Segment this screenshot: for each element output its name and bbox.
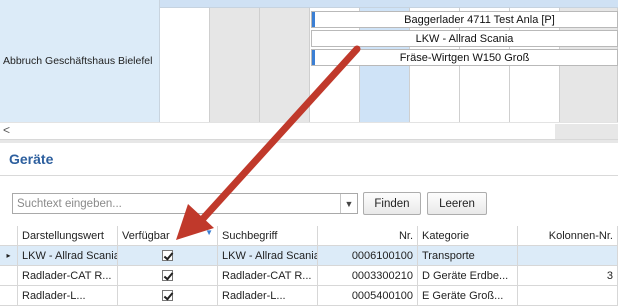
- cell-search-term[interactable]: Radlader-CAT R...: [218, 266, 318, 286]
- cell-display[interactable]: LKW - Allrad Scania: [18, 246, 118, 266]
- appointment-status-bar: [312, 12, 315, 27]
- cell-available[interactable]: [118, 246, 218, 266]
- search-input[interactable]: [13, 196, 339, 211]
- cell-nr[interactable]: 0006100100: [318, 246, 418, 266]
- column-header-category[interactable]: Kategorie: [418, 226, 518, 246]
- appointment-bar[interactable]: LKW - Allrad Scania: [311, 30, 618, 47]
- available-checkbox[interactable]: [162, 250, 173, 261]
- appointment-bar[interactable]: Fräse-Wirtgen W150 Groß: [311, 49, 618, 66]
- row-indicator-header: [0, 226, 18, 246]
- column-header-display[interactable]: Darstellungswert: [18, 226, 118, 246]
- cell-category[interactable]: D Geräte Erdbe...: [418, 266, 518, 286]
- cell-nr[interactable]: 0003300210: [318, 266, 418, 286]
- resource-row-header[interactable]: Abbruch Geschäftshaus Bielefel: [0, 0, 160, 122]
- appointment-bar[interactable]: Baggerlader 4711 Test Anla [P]: [311, 11, 618, 28]
- grid-header-row: Darstellungswert Verfügbar ▼ Suchbegriff…: [0, 226, 618, 246]
- cell-column-nr[interactable]: [518, 286, 618, 306]
- available-checkbox[interactable]: [162, 270, 173, 281]
- equipment-grid: Darstellungswert Verfügbar ▼ Suchbegriff…: [0, 226, 618, 306]
- cell-column-nr[interactable]: 3: [518, 266, 618, 286]
- column-header-nr[interactable]: Nr.: [318, 226, 418, 246]
- cell-display[interactable]: Radlader-L...: [18, 286, 118, 306]
- row-indicator: [0, 286, 18, 306]
- time-slot[interactable]: [260, 8, 310, 122]
- find-button[interactable]: Finden: [363, 192, 421, 215]
- scheduler-header-strip: [160, 0, 618, 8]
- cell-available[interactable]: [118, 266, 218, 286]
- appointment-status-bar: [312, 50, 315, 65]
- scrollbar-thumb[interactable]: [555, 124, 618, 139]
- row-indicator-icon: ▸: [0, 246, 18, 266]
- row-indicator: [0, 266, 18, 286]
- search-combobox[interactable]: ▼: [12, 193, 358, 214]
- time-slot[interactable]: [160, 8, 210, 122]
- panel-title: Geräte: [9, 151, 54, 167]
- cell-available[interactable]: [118, 286, 218, 306]
- table-row[interactable]: ▸ LKW - Allrad Scania LKW - Allrad Scani…: [0, 246, 618, 266]
- clear-button[interactable]: Leeren: [427, 192, 487, 215]
- chevron-down-icon[interactable]: ▼: [340, 194, 357, 213]
- cell-category[interactable]: Transporte: [418, 246, 518, 266]
- cell-search-term[interactable]: Radlader-L...: [218, 286, 318, 306]
- available-checkbox[interactable]: [162, 290, 173, 301]
- column-header-search-term[interactable]: Suchbegriff: [218, 226, 318, 246]
- scheduler-view: Abbruch Geschäftshaus Bielefel Baggerlad…: [0, 0, 618, 122]
- scroll-left-icon[interactable]: <: [3, 123, 10, 137]
- cell-nr[interactable]: 0005400100: [318, 286, 418, 306]
- table-row[interactable]: Radlader-L... Radlader-L... 0005400100 E…: [0, 286, 618, 306]
- table-row[interactable]: Radlader-CAT R... Radlader-CAT R... 0003…: [0, 266, 618, 286]
- horizontal-scrollbar[interactable]: <: [0, 122, 618, 139]
- filter-icon[interactable]: ▼: [205, 228, 213, 237]
- resource-label: Abbruch Geschäftshaus Bielefel: [3, 55, 153, 67]
- column-header-column-nr[interactable]: Kolonnen-Nr.: [518, 226, 618, 246]
- column-header-available[interactable]: Verfügbar ▼: [118, 226, 218, 246]
- divider: [0, 175, 618, 176]
- time-slot[interactable]: [210, 8, 260, 122]
- cell-column-nr[interactable]: [518, 246, 618, 266]
- cell-search-term[interactable]: LKW - Allrad Scania: [218, 246, 318, 266]
- splitter[interactable]: [0, 139, 618, 143]
- cell-display[interactable]: Radlader-CAT R...: [18, 266, 118, 286]
- cell-category[interactable]: E Geräte Groß...: [418, 286, 518, 306]
